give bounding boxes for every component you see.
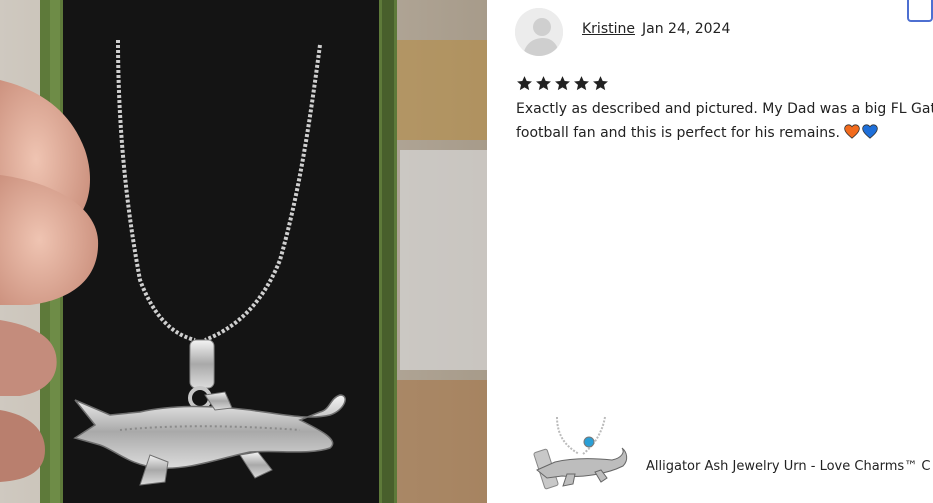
star-icon bbox=[593, 76, 608, 91]
star-icon bbox=[536, 76, 551, 91]
product-thumbnail[interactable] bbox=[527, 412, 631, 494]
review-text-line: Exactly as described and pictured. My Da… bbox=[516, 101, 933, 117]
blue-heart-icon bbox=[862, 124, 878, 139]
product-name[interactable]: Alligator Ash Jewelry Urn - Love Charms™… bbox=[646, 459, 933, 474]
reviewer-name-link[interactable]: Kristine bbox=[582, 21, 635, 37]
close-button[interactable] bbox=[907, 0, 933, 22]
emoji-group bbox=[844, 124, 878, 139]
star-icon bbox=[555, 76, 570, 91]
review-text-line-content: football fan and this is perfect for his… bbox=[516, 125, 840, 141]
star-rating bbox=[516, 75, 609, 92]
review-date: Jan 24, 2024 bbox=[642, 21, 731, 37]
avatar[interactable] bbox=[515, 8, 563, 56]
review-text-line: football fan and this is perfect for his… bbox=[516, 121, 933, 145]
star-icon bbox=[574, 76, 589, 91]
purchased-product-link[interactable]: Alligator Ash Jewelry Urn - Love Charms™… bbox=[527, 412, 933, 494]
review-text: Exactly as described and pictured. My Da… bbox=[516, 97, 933, 145]
default-avatar-icon bbox=[515, 8, 563, 56]
review-photo[interactable] bbox=[0, 0, 487, 503]
alligator-necklace-photo bbox=[0, 0, 487, 503]
star-icon bbox=[517, 76, 532, 91]
review-card: Kristine Jan 24, 2024 Exactly as describ… bbox=[487, 0, 933, 503]
orange-heart-icon bbox=[844, 124, 860, 139]
